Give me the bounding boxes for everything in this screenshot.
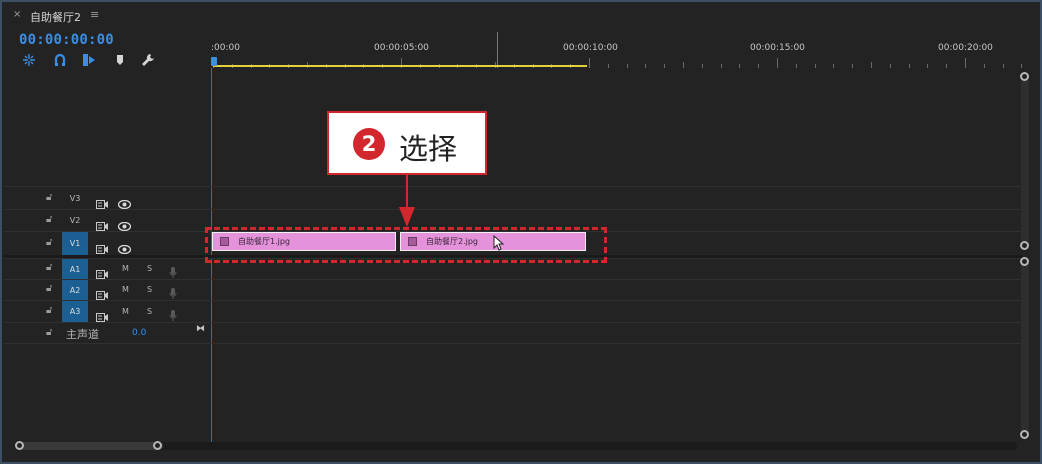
solo-button[interactable]: S bbox=[147, 264, 152, 273]
film-icon[interactable] bbox=[96, 194, 108, 209]
track-lane[interactable] bbox=[212, 280, 1022, 300]
selection-highlight-box bbox=[205, 227, 607, 263]
track-name[interactable]: A2 bbox=[62, 280, 88, 301]
ruler-label: 00:00:10:00 bbox=[563, 43, 618, 53]
playhead-timecode[interactable]: 00:00:00:00 bbox=[19, 32, 114, 48]
lock-icon[interactable]: 🔓︎ bbox=[46, 305, 52, 316]
track-a3: 🔓︎ A3 M S bbox=[4, 300, 1022, 323]
track-name[interactable]: V2 bbox=[62, 214, 88, 227]
panel-menu-icon[interactable]: ≡ bbox=[90, 8, 99, 21]
lock-icon[interactable]: 🔓︎ bbox=[46, 283, 52, 294]
microphone-icon[interactable] bbox=[169, 263, 177, 278]
mute-button[interactable]: M bbox=[122, 307, 129, 316]
master-volume-value[interactable]: 0.0 bbox=[132, 328, 146, 338]
sync-lock-icon[interactable] bbox=[96, 285, 108, 300]
scroll-handle-top[interactable] bbox=[1020, 257, 1029, 266]
track-header: 🔓︎ V2 bbox=[4, 210, 211, 232]
horizontal-scrollbar[interactable] bbox=[15, 441, 1017, 450]
track-header: 🔓︎ A3 M S bbox=[4, 301, 211, 323]
eye-icon[interactable] bbox=[117, 194, 132, 210]
ruler-tick bbox=[965, 58, 966, 68]
ruler-label: :00:00 bbox=[211, 43, 240, 53]
sequence-tab-title[interactable]: 自助餐厅2 bbox=[30, 9, 81, 25]
solo-button[interactable]: S bbox=[147, 307, 152, 316]
scroll-handle-top[interactable] bbox=[1020, 72, 1029, 81]
audio-vertical-scrollbar[interactable] bbox=[1020, 257, 1029, 439]
eye-icon[interactable] bbox=[117, 239, 132, 255]
playhead-handle[interactable] bbox=[211, 57, 217, 66]
add-marker-icon[interactable] bbox=[82, 52, 98, 68]
close-tab-icon[interactable]: × bbox=[13, 9, 21, 20]
horizontal-scroll-thumb[interactable] bbox=[17, 442, 163, 450]
video-vertical-scrollbar[interactable] bbox=[1020, 72, 1029, 250]
in-out-range-bar[interactable] bbox=[213, 65, 587, 67]
track-header: 🔓︎ A2 M S bbox=[4, 280, 211, 301]
ruler-label: 00:00:15:00 bbox=[750, 43, 805, 53]
track-name[interactable]: A3 bbox=[62, 301, 88, 323]
step-label: 选择 bbox=[399, 132, 458, 166]
solo-button[interactable]: S bbox=[147, 285, 152, 294]
lock-icon[interactable]: 🔓︎ bbox=[46, 237, 52, 248]
film-icon[interactable] bbox=[96, 216, 108, 231]
panel-tab-bar: × 自助餐厅2 ≡ bbox=[4, 4, 1040, 28]
eye-icon[interactable] bbox=[117, 216, 132, 232]
wrench-icon[interactable] bbox=[141, 52, 157, 68]
track-header: 🔓︎ A1 M S bbox=[4, 259, 211, 280]
time-ruler[interactable]: :00:00 00:00:05:00 00:00:10:00 00:00:15:… bbox=[211, 32, 1037, 68]
ruler-tick bbox=[589, 58, 590, 68]
ruler-tick bbox=[777, 58, 778, 68]
microphone-icon[interactable] bbox=[169, 306, 177, 321]
lock-icon[interactable]: 🔓︎ bbox=[46, 214, 52, 225]
lock-icon[interactable]: 🔓︎ bbox=[46, 327, 52, 338]
film-icon[interactable] bbox=[96, 239, 108, 254]
track-name[interactable]: V1 bbox=[62, 232, 88, 256]
track-lane[interactable] bbox=[212, 323, 1022, 343]
scroll-handle-bottom[interactable] bbox=[1020, 430, 1029, 439]
ruler-label: 00:00:05:00 bbox=[374, 43, 429, 53]
track-a2: 🔓︎ A2 M S bbox=[4, 279, 1022, 301]
track-header: 🔓︎ V3 bbox=[4, 187, 211, 210]
work-area-marker bbox=[497, 32, 498, 68]
empty-track-area bbox=[4, 68, 1022, 186]
lock-icon[interactable]: 🔓︎ bbox=[46, 262, 52, 273]
linked-selection-icon[interactable] bbox=[53, 52, 69, 68]
step-number-badge: 2 bbox=[353, 128, 385, 160]
ruler-label: 00:00:20:00 bbox=[938, 43, 993, 53]
track-v3: 🔓︎ V3 bbox=[4, 186, 1022, 210]
mute-button[interactable]: M bbox=[122, 285, 129, 294]
master-track-label: 主声道 bbox=[66, 328, 99, 341]
track-lane[interactable] bbox=[212, 187, 1022, 209]
track-name[interactable]: A1 bbox=[62, 259, 88, 280]
sync-lock-icon[interactable] bbox=[96, 264, 108, 279]
track-header: 🔓︎ V1 bbox=[4, 232, 211, 256]
go-to-in-out-icon[interactable]: ⧓ bbox=[196, 324, 205, 334]
zoom-handle-left[interactable] bbox=[15, 441, 24, 450]
zoom-handle-right[interactable] bbox=[153, 441, 162, 450]
sync-lock-icon[interactable] bbox=[96, 307, 108, 322]
lock-icon[interactable]: 🔓︎ bbox=[46, 192, 52, 203]
track-lane[interactable] bbox=[212, 301, 1022, 322]
scroll-handle-bottom[interactable] bbox=[1020, 241, 1029, 250]
snap-icon[interactable] bbox=[22, 52, 38, 68]
marker-icon[interactable] bbox=[113, 52, 129, 68]
callout-arrow bbox=[399, 175, 415, 227]
track-header: 🔓︎ 主声道 0.0 ⧓ bbox=[4, 323, 211, 343]
microphone-icon[interactable] bbox=[169, 284, 177, 299]
mute-button[interactable]: M bbox=[122, 264, 129, 273]
timeline-panel: × 自助餐厅2 ≡ 00:00:00:00 :00:00 00:00:05:00… bbox=[0, 0, 1042, 464]
step-callout: 2 选择 bbox=[327, 111, 487, 175]
track-name[interactable]: V3 bbox=[62, 192, 88, 205]
track-master: 🔓︎ 主声道 0.0 ⧓ bbox=[4, 322, 1022, 344]
